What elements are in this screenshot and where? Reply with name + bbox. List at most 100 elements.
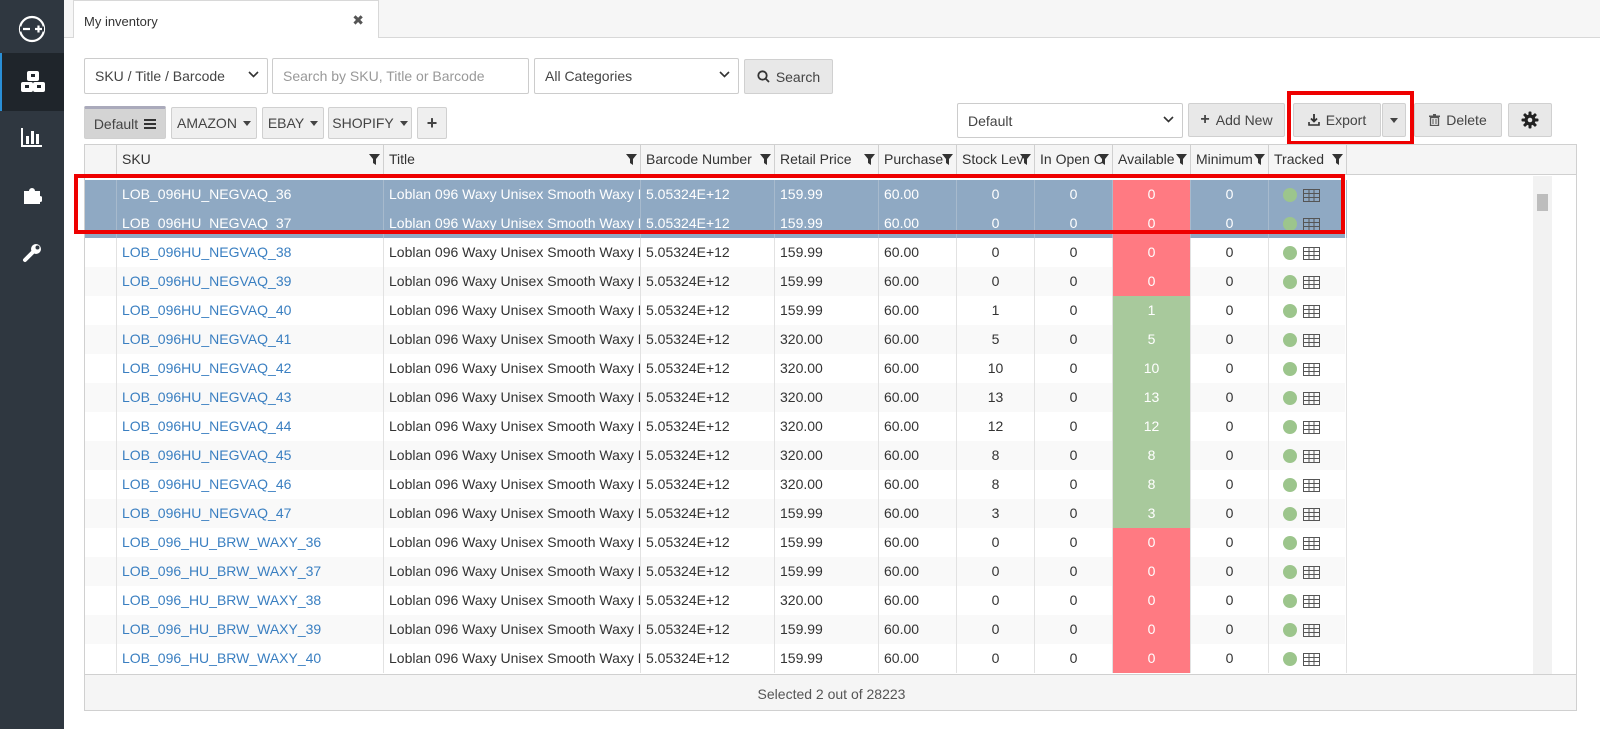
table-row[interactable]: LOB_096_HU_BRW_WAXY_37 Loblan 096 Waxy Un… [85, 557, 1347, 586]
tab-my-inventory[interactable]: My inventory ✖ [73, 0, 379, 39]
row-select-cell[interactable] [85, 644, 117, 673]
table-row[interactable]: LOB_096HU_NEGVAQ_38 Loblan 096 Waxy Unise… [85, 238, 1347, 267]
table-row[interactable]: LOB_096_HU_BRW_WAXY_38 Loblan 096 Waxy Un… [85, 586, 1347, 615]
delete-button[interactable]: Delete [1414, 103, 1502, 137]
grid-table-icon[interactable] [1303, 304, 1320, 318]
export-button[interactable]: Export [1293, 103, 1381, 137]
column-header[interactable]: Tracked [1269, 145, 1347, 175]
cell-sku[interactable]: LOB_096HU_NEGVAQ_45 [117, 441, 384, 470]
cell-sku[interactable]: LOB_096HU_NEGVAQ_37 [117, 209, 384, 238]
add-new-button[interactable]: + Add New [1188, 103, 1285, 137]
filter-icon[interactable] [1098, 154, 1109, 165]
row-select-cell[interactable] [85, 412, 117, 441]
cell-sku[interactable]: LOB_096_HU_BRW_WAXY_40 [117, 644, 384, 673]
cell-sku[interactable]: LOB_096_HU_BRW_WAXY_36 [117, 528, 384, 557]
row-select-cell[interactable] [85, 238, 117, 267]
row-select-cell[interactable] [85, 180, 117, 209]
grid-table-icon[interactable] [1303, 188, 1320, 202]
cell-sku[interactable]: LOB_096HU_NEGVAQ_43 [117, 383, 384, 412]
filter-icon[interactable] [760, 154, 771, 165]
vertical-scrollbar[interactable] [1533, 176, 1552, 674]
grid-table-icon[interactable] [1303, 362, 1320, 376]
close-icon[interactable]: ✖ [352, 12, 364, 29]
column-header[interactable]: SKU [117, 145, 384, 175]
grid-table-icon[interactable] [1303, 652, 1320, 666]
row-select-cell[interactable] [85, 267, 117, 296]
grid-table-icon[interactable] [1303, 246, 1320, 260]
table-row[interactable]: LOB_096HU_NEGVAQ_45 Loblan 096 Waxy Unise… [85, 441, 1347, 470]
grid-table-icon[interactable] [1303, 507, 1320, 521]
column-header[interactable]: Retail Price [775, 145, 879, 175]
filter-icon[interactable] [1254, 154, 1265, 165]
filter-icon[interactable] [1176, 154, 1187, 165]
row-select-cell[interactable] [85, 557, 117, 586]
cell-sku[interactable]: LOB_096HU_NEGVAQ_40 [117, 296, 384, 325]
row-select-cell[interactable] [85, 209, 117, 238]
view-tab-default[interactable]: Default [84, 106, 166, 139]
integrations-icon[interactable] [0, 166, 64, 224]
grid-table-icon[interactable] [1303, 391, 1320, 405]
row-select-cell[interactable] [85, 528, 117, 557]
grid-table-icon[interactable] [1303, 565, 1320, 579]
table-row[interactable]: LOB_096HU_NEGVAQ_36 Loblan 096 Waxy Unise… [85, 180, 1347, 209]
grid-table-icon[interactable] [1303, 217, 1320, 231]
row-select-cell[interactable] [85, 325, 117, 354]
column-header[interactable]: Title [384, 145, 641, 175]
settings-button[interactable] [1508, 103, 1552, 137]
row-select-cell[interactable] [85, 354, 117, 383]
header-select-all[interactable] [85, 145, 117, 175]
cell-sku[interactable]: LOB_096HU_NEGVAQ_46 [117, 470, 384, 499]
table-row[interactable]: LOB_096HU_NEGVAQ_46 Loblan 096 Waxy Unise… [85, 470, 1347, 499]
filter-icon[interactable] [864, 154, 875, 165]
table-row[interactable]: LOB_096_HU_BRW_WAXY_36 Loblan 096 Waxy Un… [85, 528, 1347, 557]
grid-table-icon[interactable] [1303, 478, 1320, 492]
column-header[interactable]: Purchase [879, 145, 957, 175]
settings-wrench-icon[interactable] [0, 224, 64, 282]
cell-sku[interactable]: LOB_096HU_NEGVAQ_41 [117, 325, 384, 354]
cell-sku[interactable]: LOB_096HU_NEGVAQ_42 [117, 354, 384, 383]
view-tab-ebay[interactable]: EBAY [262, 107, 324, 139]
view-select[interactable]: Default [957, 103, 1183, 138]
row-select-cell[interactable] [85, 383, 117, 412]
grid-table-icon[interactable] [1303, 536, 1320, 550]
export-dropdown-button[interactable] [1382, 103, 1406, 137]
table-row[interactable]: LOB_096HU_NEGVAQ_44 Loblan 096 Waxy Unise… [85, 412, 1347, 441]
grid-table-icon[interactable] [1303, 420, 1320, 434]
scrollbar-thumb[interactable] [1537, 194, 1548, 211]
cell-sku[interactable]: LOB_096_HU_BRW_WAXY_38 [117, 586, 384, 615]
table-row[interactable]: LOB_096HU_NEGVAQ_41 Loblan 096 Waxy Unise… [85, 325, 1347, 354]
table-row[interactable]: LOB_096HU_NEGVAQ_37 Loblan 096 Waxy Unise… [85, 209, 1347, 238]
table-row[interactable]: LOB_096_HU_BRW_WAXY_40 Loblan 096 Waxy Un… [85, 644, 1347, 673]
search-input[interactable]: Search by SKU, Title or Barcode [272, 58, 529, 94]
cell-sku[interactable]: LOB_096HU_NEGVAQ_47 [117, 499, 384, 528]
filter-icon[interactable] [369, 154, 380, 165]
logo-icon[interactable] [0, 0, 64, 58]
filter-icon[interactable] [942, 154, 953, 165]
grid-table-icon[interactable] [1303, 623, 1320, 637]
cell-sku[interactable]: LOB_096HU_NEGVAQ_36 [117, 180, 384, 209]
row-select-cell[interactable] [85, 615, 117, 644]
view-tab-shopify[interactable]: SHOPIFY [328, 107, 412, 139]
row-select-cell[interactable] [85, 586, 117, 615]
table-row[interactable]: LOB_096HU_NEGVAQ_47 Loblan 096 Waxy Unise… [85, 499, 1347, 528]
table-row[interactable]: LOB_096HU_NEGVAQ_42 Loblan 096 Waxy Unise… [85, 354, 1347, 383]
cell-sku[interactable]: LOB_096HU_NEGVAQ_39 [117, 267, 384, 296]
row-select-cell[interactable] [85, 296, 117, 325]
table-row[interactable]: LOB_096HU_NEGVAQ_40 Loblan 096 Waxy Unise… [85, 296, 1347, 325]
grid-table-icon[interactable] [1303, 449, 1320, 463]
cell-sku[interactable]: LOB_096HU_NEGVAQ_44 [117, 412, 384, 441]
add-view-button[interactable]: + [417, 107, 447, 139]
row-select-cell[interactable] [85, 441, 117, 470]
search-button[interactable]: Search [744, 59, 833, 94]
column-header[interactable]: Stock Lev [957, 145, 1035, 175]
table-row[interactable]: LOB_096HU_NEGVAQ_43 Loblan 096 Waxy Unise… [85, 383, 1347, 412]
column-header[interactable]: Minimum [1191, 145, 1269, 175]
view-tab-amazon[interactable]: AMAZON [171, 107, 257, 139]
reports-icon[interactable] [0, 108, 64, 166]
column-header[interactable]: In Open C [1035, 145, 1113, 175]
category-select[interactable]: All Categories [534, 58, 739, 94]
table-row[interactable]: LOB_096_HU_BRW_WAXY_39 Loblan 096 Waxy Un… [85, 615, 1347, 644]
column-header[interactable]: Barcode Number [641, 145, 775, 175]
table-row[interactable]: LOB_096HU_NEGVAQ_39 Loblan 096 Waxy Unise… [85, 267, 1347, 296]
cell-sku[interactable]: LOB_096_HU_BRW_WAXY_39 [117, 615, 384, 644]
